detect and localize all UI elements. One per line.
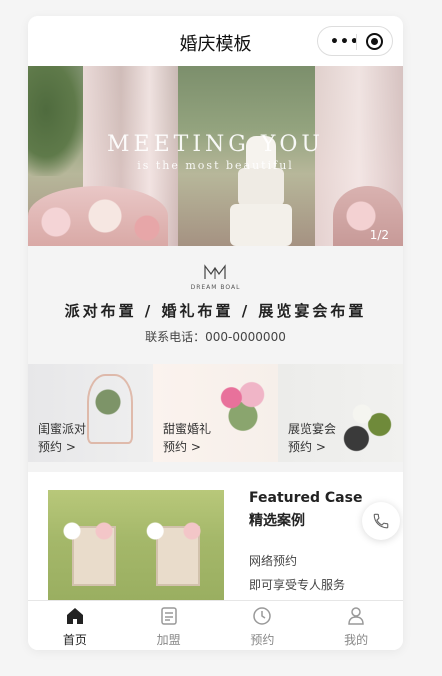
featured-case-image[interactable] xyxy=(48,490,224,600)
tab-label: 加盟 xyxy=(156,633,181,647)
mini-program-window: 婚庆模板 ••• MEETING YOU is the most beautif… xyxy=(28,16,403,650)
phone-icon xyxy=(373,513,389,529)
bottom-tab-bar: 首页 加盟 预约 我的 xyxy=(28,600,403,650)
tab-booking[interactable]: 预约 xyxy=(216,601,310,650)
banner-title: MEETING YOU xyxy=(107,132,324,157)
category-card-wedding[interactable]: 甜蜜婚礼 预约 > xyxy=(153,364,278,462)
brand-section: DREAM BOAL 派对布置 / 婚礼布置 / 展览宴会布置 联系电话：000… xyxy=(28,246,403,364)
document-icon xyxy=(160,607,177,625)
capsule-menu: ••• xyxy=(317,26,393,56)
category-label: 闺蜜派对 xyxy=(38,422,87,436)
user-icon xyxy=(348,607,364,625)
services-heading: 派对布置 / 婚礼布置 / 展览宴会布置 xyxy=(64,302,367,320)
featured-case-section: Featured Case 精选案例 网络预约 即可享受专人服务 xyxy=(28,472,403,600)
brand-logo-text: DREAM BOAL xyxy=(190,284,241,291)
flowers-right xyxy=(333,186,403,246)
featured-line-1: 网络预约 xyxy=(249,554,298,568)
category-book-link[interactable]: 预约 > xyxy=(288,438,326,455)
navigation-bar: 婚庆模板 ••• xyxy=(28,16,403,66)
tab-label: 预约 xyxy=(250,633,275,647)
category-card-banquet[interactable]: 展览宴会 预约 > xyxy=(278,364,403,462)
category-book-link[interactable]: 预约 > xyxy=(163,438,201,455)
tab-label: 首页 xyxy=(62,633,87,647)
featured-line-2: 即可享受专人服务 xyxy=(249,578,346,592)
air-plant-image xyxy=(93,382,123,422)
contact-phone: 联系电话：000-0000000 xyxy=(145,330,286,344)
bouquet-image xyxy=(214,376,272,438)
tab-join[interactable]: 加盟 xyxy=(122,601,216,650)
tab-home[interactable]: 首页 xyxy=(28,601,122,650)
banner-pager: 1/2 xyxy=(369,228,389,242)
tab-label: 我的 xyxy=(344,633,369,647)
featured-title-en: Featured Case xyxy=(249,490,363,506)
close-target-icon[interactable] xyxy=(366,33,383,50)
section-divider xyxy=(28,462,403,472)
banner-subtitle: is the most beautiful xyxy=(137,159,294,172)
call-button[interactable] xyxy=(362,502,400,540)
category-label: 展览宴会 xyxy=(288,422,337,436)
category-card-party[interactable]: 闺蜜派对 预约 > xyxy=(28,364,153,462)
brand-logo-icon xyxy=(204,264,226,279)
category-book-link[interactable]: 预约 > xyxy=(38,438,76,455)
category-row: 闺蜜派对 预约 > 甜蜜婚礼 预约 > 展览宴会 预约 > xyxy=(28,364,403,462)
category-label: 甜蜜婚礼 xyxy=(163,422,212,436)
capsule-divider xyxy=(356,34,357,50)
hero-banner[interactable]: MEETING YOU is the most beautiful 1/2 xyxy=(28,66,403,246)
orchid-image xyxy=(339,386,397,456)
featured-title-cn: 精选案例 xyxy=(249,513,305,529)
tab-mine[interactable]: 我的 xyxy=(309,601,403,650)
chair-flowers xyxy=(56,518,216,544)
home-icon xyxy=(66,608,83,624)
clock-icon xyxy=(253,607,272,625)
flowers-left xyxy=(28,186,168,246)
